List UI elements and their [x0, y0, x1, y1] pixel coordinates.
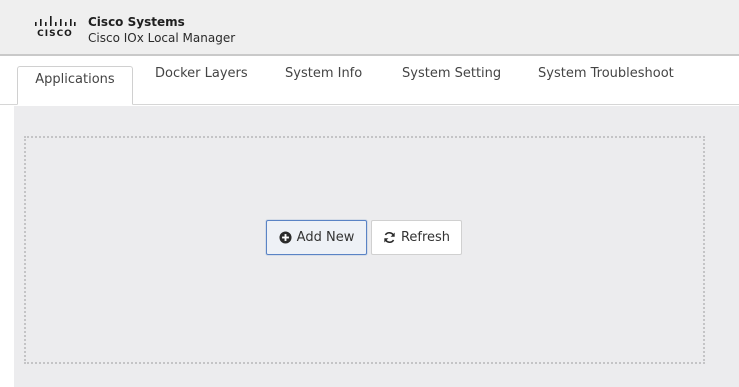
company-name: Cisco Systems: [88, 15, 185, 29]
cisco-bars-icon: [35, 16, 76, 26]
tab-system-setting[interactable]: System Setting: [402, 56, 501, 92]
cisco-logo: CISCO: [33, 14, 77, 44]
add-new-label: Add New: [296, 230, 355, 245]
app-header: CISCO Cisco Systems Cisco IOx Local Mana…: [0, 0, 739, 56]
add-new-button[interactable]: Add New: [266, 220, 367, 255]
tab-docker-layers[interactable]: Docker Layers: [155, 56, 248, 92]
product-name: Cisco IOx Local Manager: [88, 31, 236, 45]
main-tabs: Applications Docker Layers System Info S…: [0, 56, 739, 105]
refresh-label: Refresh: [400, 230, 451, 245]
refresh-button[interactable]: Refresh: [371, 220, 462, 255]
plus-circle-icon: [279, 231, 292, 244]
tab-system-info[interactable]: System Info: [285, 56, 362, 92]
logo-wordmark: CISCO: [37, 29, 73, 39]
tab-system-troubleshoot[interactable]: System Troubleshoot: [538, 56, 674, 92]
tab-applications[interactable]: Applications: [17, 66, 133, 105]
refresh-icon: [384, 232, 395, 243]
